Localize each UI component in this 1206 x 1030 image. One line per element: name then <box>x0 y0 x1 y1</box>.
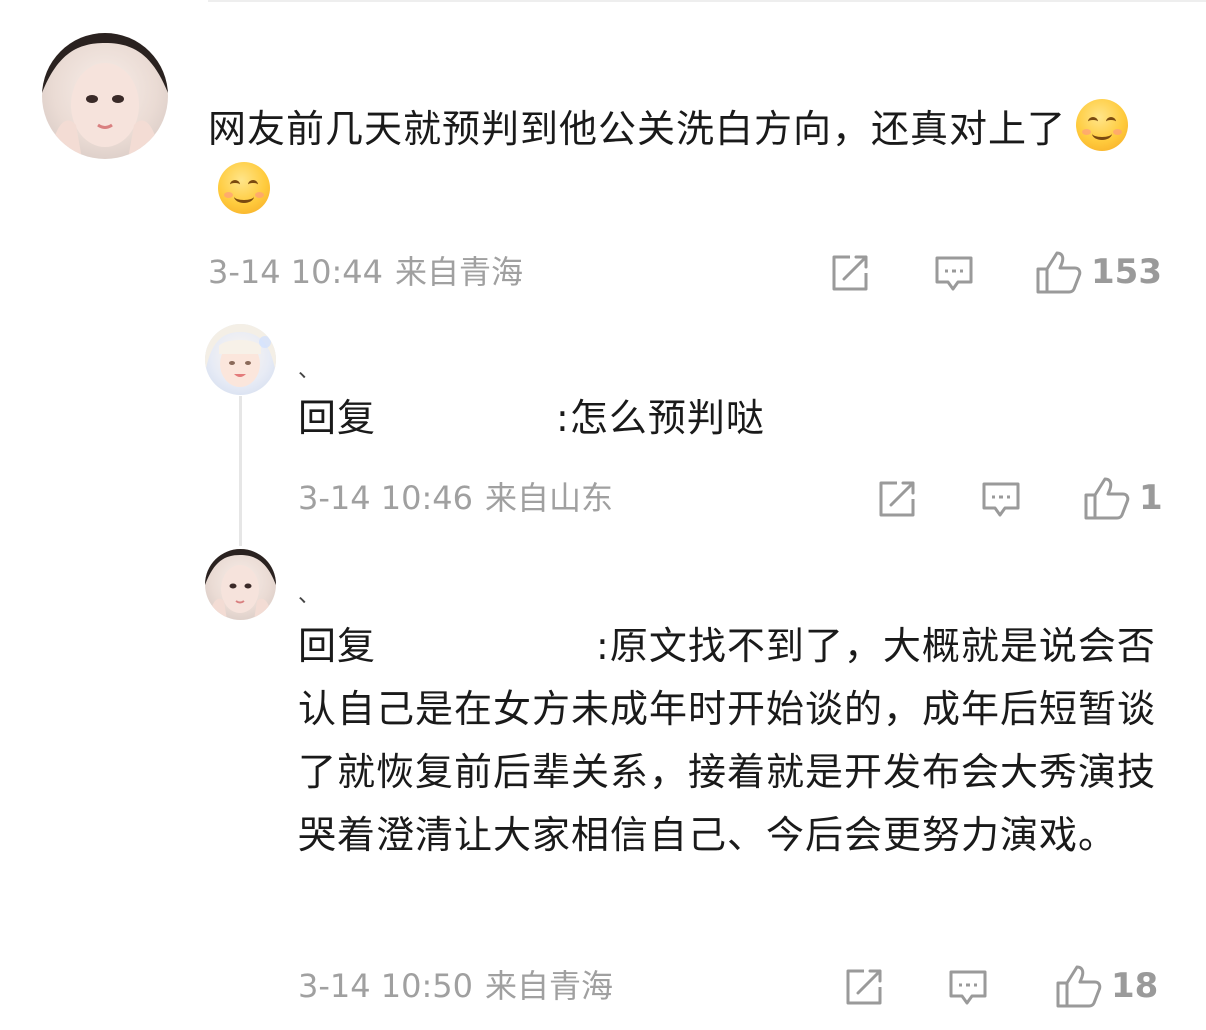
reply-body: :怎么预判哒 <box>556 396 765 440</box>
thread-line <box>239 396 242 546</box>
comment-icon <box>949 970 987 1005</box>
share-button[interactable] <box>877 480 917 518</box>
avatar[interactable] <box>42 33 168 159</box>
avatar[interactable] <box>205 549 276 620</box>
share-icon <box>832 255 868 291</box>
share-icon <box>846 969 882 1005</box>
comment-body: 网友前几天就预判到他公关洗白方向，还真对上了 <box>208 107 1067 151</box>
reply-date: 3-14 10:46 <box>298 479 474 517</box>
smiling-face-emoji <box>218 162 270 214</box>
like-count: 1 <box>1139 478 1163 518</box>
reply-username[interactable]: 、 <box>298 360 320 382</box>
avatar-image <box>205 324 276 387</box>
comment-text: 网友前几天就预判到他公关洗白方向，还真对上了 <box>208 98 1168 224</box>
share-button[interactable] <box>844 968 884 1006</box>
comment-icon <box>982 482 1020 517</box>
reply-date: 3-14 10:50 <box>298 967 474 1005</box>
thumbs-up-icon <box>1084 477 1130 520</box>
share-button[interactable] <box>830 254 870 292</box>
reply-meta: 3-14 10:46 来自山东 <box>298 478 613 518</box>
avatar[interactable] <box>205 324 276 395</box>
comment-button[interactable] <box>947 968 989 1008</box>
like-count: 18 <box>1111 966 1159 1006</box>
reply-prefix: 回复 <box>298 396 377 440</box>
comment-icon <box>935 256 973 291</box>
comment-button[interactable] <box>980 480 1022 520</box>
avatar-image <box>42 33 168 159</box>
thumbs-up-icon <box>1056 965 1102 1008</box>
reply-text: 回复 :怎么预判哒 <box>298 387 1158 450</box>
comment-location: 来自青海 <box>395 253 524 291</box>
comment-thread: 网友前几天就预判到他公关洗白方向，还真对上了 3-14 10:44 来自青海 15… <box>0 0 1206 1030</box>
reply-username[interactable]: 、 <box>298 585 320 607</box>
reply-meta: 3-14 10:50 来自青海 <box>298 966 613 1006</box>
thumbs-up-icon <box>1036 251 1082 294</box>
like-count: 153 <box>1091 252 1162 292</box>
like-button[interactable]: 18 <box>1055 964 1158 1008</box>
top-divider <box>208 0 1206 2</box>
reply-text: 回复:原文找不到了，大概就是说会否认自己是在女方未成年时开始谈的，成年后短暂谈了… <box>298 615 1168 867</box>
avatar-image <box>205 549 276 620</box>
comment-date: 3-14 10:44 <box>208 253 384 291</box>
reply-prefix: 回复 <box>298 624 377 668</box>
comment-meta: 3-14 10:44 来自青海 <box>208 252 523 292</box>
share-icon <box>879 481 915 517</box>
reply-location: 来自山东 <box>485 479 614 517</box>
like-button[interactable]: 1 <box>1083 476 1163 520</box>
reply-location: 来自青海 <box>485 967 614 1005</box>
like-button[interactable]: 153 <box>1035 250 1162 294</box>
redacted-username <box>376 625 596 665</box>
comment-button[interactable] <box>933 254 975 294</box>
redacted-username <box>376 397 556 437</box>
smiling-face-emoji <box>1076 99 1129 151</box>
